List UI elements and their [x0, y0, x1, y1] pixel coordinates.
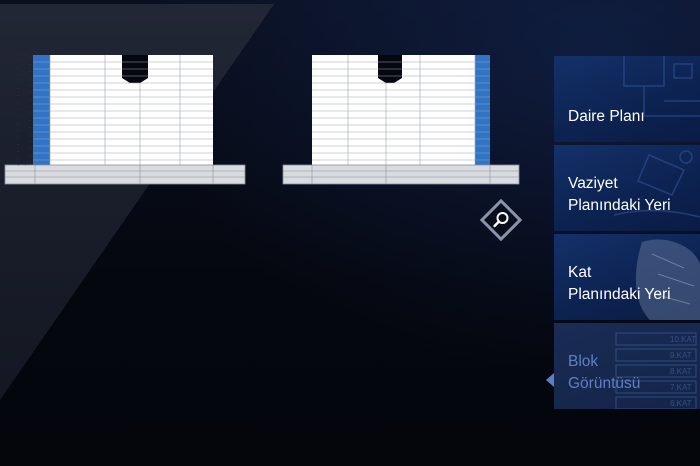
magnifier-icon [493, 212, 509, 228]
floor-tag: 6.KAT [670, 399, 692, 408]
menu-item-blok-gorunusu[interactable]: 10.KAT 9.KAT 8.KAT 7.KAT 6.KAT Blok Görü… [554, 323, 700, 409]
menu-item-label: Blok Görüntüsü [568, 353, 641, 392]
active-indicator-arrow [546, 373, 554, 387]
menu-item-label: Vaziyet Planındaki Yeri [568, 175, 671, 214]
menu-item-label: Kat Planındaki Yeri [568, 264, 671, 303]
plan-lines-decoration [623, 56, 700, 117]
block-view [0, 0, 540, 200]
menu-item-kat-plani[interactable]: Kat Planındaki Yeri [554, 234, 700, 320]
menu-item-label: Daire Planı [568, 108, 645, 125]
floor-tag: 10.KAT [670, 335, 696, 344]
zoom-button[interactable] [478, 197, 524, 243]
menu-item-daire-plani[interactable]: Daire Planı [554, 56, 700, 142]
side-menu: Daire Planı Vaziyet Planındaki Yeri Kat … [554, 56, 700, 412]
menu-item-vaziyet-plani[interactable]: Vaziyet Planındaki Yeri [554, 145, 700, 231]
building-left[interactable] [0, 50, 250, 190]
building-right[interactable] [280, 50, 525, 190]
